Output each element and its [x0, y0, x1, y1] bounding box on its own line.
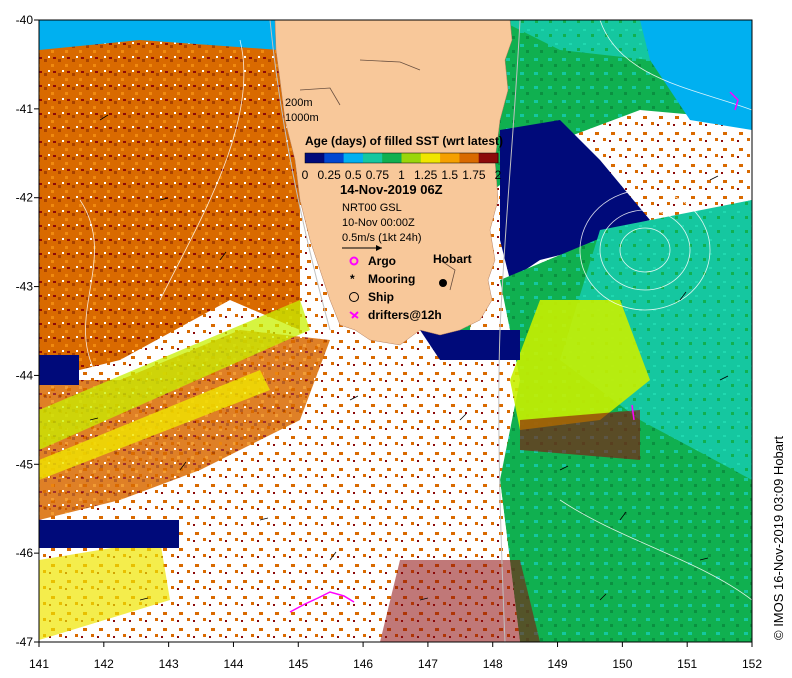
legend-label: Argo [368, 254, 396, 268]
hobart-label: Hobart [433, 252, 472, 266]
colorbar-title: Age (days) of filled SST (wrt latest) [305, 134, 503, 148]
y-tick-label: -44 [16, 368, 34, 382]
colorbar-swatch [382, 153, 402, 163]
colorbar-tick-label: 1 [398, 168, 405, 182]
colorbar-tick-label: 1.5 [441, 168, 458, 182]
date-title: 14-Nov-2019 06Z [340, 182, 443, 197]
sst-age-map: 200m 1000m Age (days) of filled SST (wrt… [16, 13, 786, 671]
credit-label: © IMOS 16-Nov-2019 03:09 Hobart [771, 436, 786, 640]
colorbar-swatch [324, 153, 345, 163]
y-tick-label: -47 [16, 635, 34, 649]
x-tick-label: 150 [612, 657, 632, 671]
hobart-marker-icon [439, 279, 447, 287]
colorbar-swatch [478, 153, 499, 163]
x-tick-label: 143 [159, 657, 179, 671]
colorbar-swatch [420, 153, 441, 163]
isobath-label-200m: 200m [285, 97, 313, 109]
colorbar-tick-label: 0.5 [345, 168, 362, 182]
legend-label: Ship [368, 290, 394, 304]
x-axis-ticks: 141 142 143 144 145 146 147 148 149 150 151 152 [29, 642, 762, 671]
y-tick-label: -43 [16, 280, 34, 294]
x-tick-label: 147 [418, 657, 438, 671]
x-tick-label: 148 [483, 657, 503, 671]
x-tick-label: 151 [677, 657, 697, 671]
y-tick-label: -46 [16, 546, 34, 560]
colorbar-swatch [305, 153, 325, 163]
x-tick-label: 141 [29, 657, 49, 671]
legend-label: drifters@12h [368, 308, 442, 322]
x-tick-label: 142 [94, 657, 114, 671]
colorbar-tick-label: 0 [302, 168, 309, 182]
legend-label: Mooring [368, 272, 415, 286]
product-label: NRT00 GSL [342, 202, 402, 214]
vector-scale-label: 0.5m/s (1kt 24h) [342, 232, 421, 244]
x-tick-label: 149 [548, 657, 568, 671]
colorbar-tick-label: 0.25 [317, 168, 341, 182]
isobath-label-1000m: 1000m [285, 112, 319, 124]
colorbar-swatch [362, 153, 383, 163]
colorbar-swatch [459, 153, 480, 163]
x-tick-label: 144 [223, 657, 243, 671]
colorbar-swatch [440, 153, 460, 163]
x-tick-label: 145 [288, 657, 308, 671]
y-tick-label: -45 [16, 457, 34, 471]
colorbar-tick-label: 1.75 [462, 168, 486, 182]
x-tick-label: 152 [742, 657, 762, 671]
colorbar-tick-label: 0.75 [366, 168, 390, 182]
colorbar [304, 152, 499, 164]
altimetry-date-label: 10-Nov 00:00Z [342, 217, 415, 229]
mooring-icon: * [350, 272, 355, 286]
colorbar-swatch [401, 153, 422, 163]
colorbar-tick-label: 1.25 [414, 168, 438, 182]
y-tick-label: -41 [16, 102, 34, 116]
y-tick-label: -42 [16, 191, 34, 205]
x-tick-label: 146 [353, 657, 373, 671]
y-tick-label: -40 [16, 13, 34, 27]
colorbar-swatch [343, 153, 364, 163]
colorbar-tick-label: 2 [495, 168, 502, 182]
colorbar-tick-labels: 0 0.25 0.5 0.75 1 1.25 1.5 1.75 2 [302, 168, 502, 182]
y-axis-ticks: -40 -41 -42 -43 -44 -45 -46 -47 [16, 13, 39, 649]
